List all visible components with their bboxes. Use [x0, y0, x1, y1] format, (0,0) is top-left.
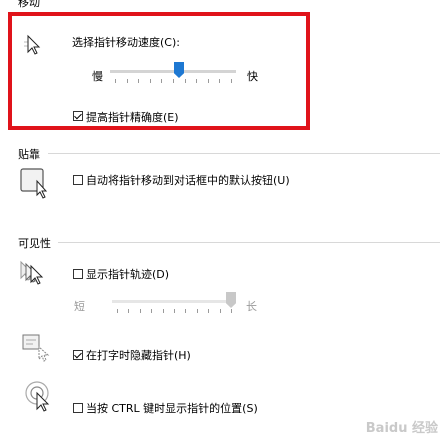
slider-tick: [151, 309, 152, 313]
slider-tick: [138, 79, 139, 83]
pointer-speed-slider[interactable]: [110, 60, 236, 86]
slider-ticks: [112, 309, 236, 313]
show-pointer-location-icon: [24, 380, 56, 414]
slider-tick: [220, 309, 221, 313]
fast-label: 快: [247, 70, 258, 83]
section-divider: [48, 153, 440, 154]
pointer-trails-icon: [18, 260, 48, 288]
pointer-speed-label: 选择指针移动速度(C):: [72, 36, 180, 49]
pointer-trails-slider[interactable]: [112, 290, 236, 316]
hide-while-typing-label[interactable]: 在打字时隐藏指针(H): [86, 347, 191, 363]
snap-label[interactable]: 自动将指针移动到对话框中的默认按钮(U): [86, 172, 290, 188]
slider-tick: [173, 79, 174, 83]
section-label-motion: 移动: [18, 0, 40, 9]
watermark: Baidu 经验: [365, 421, 438, 436]
long-label: 长: [246, 300, 257, 313]
slow-label: 慢: [92, 70, 103, 83]
slider-tick: [115, 79, 116, 83]
snap-to-button-icon: [20, 167, 52, 199]
show-location-checkbox[interactable]: [73, 403, 83, 413]
slider-tick: [219, 79, 220, 83]
slider-tick: [127, 79, 128, 83]
slider-tick: [185, 309, 186, 313]
short-label: 短: [74, 300, 85, 313]
slider-tick: [128, 309, 129, 313]
slider-tick: [163, 309, 164, 313]
snap-checkbox[interactable]: [73, 175, 83, 185]
show-location-label[interactable]: 当按 CTRL 键时显示指针的位置(S): [86, 400, 258, 416]
slider-tick: [208, 79, 209, 83]
slider-tick: [140, 309, 141, 313]
section-label-visibility: 可见性: [18, 237, 51, 250]
slider-tick: [208, 309, 209, 313]
pointer-trails-label[interactable]: 显示指针轨迹(D): [86, 266, 169, 282]
slider-thumb[interactable]: [226, 292, 236, 308]
precision-checkbox[interactable]: [73, 111, 83, 121]
pointer-speed-icon: [22, 34, 44, 56]
pointer-trails-checkbox[interactable]: [73, 269, 83, 279]
slider-tick: [231, 309, 232, 313]
slider-tick: [161, 79, 162, 83]
slider-tick: [185, 79, 186, 83]
slider-track: [110, 70, 236, 73]
precision-label[interactable]: 提高指针精确度(E): [86, 109, 179, 125]
slider-tick: [197, 309, 198, 313]
hide-while-typing-checkbox[interactable]: [73, 350, 83, 360]
slider-tick: [150, 79, 151, 83]
section-divider: [58, 242, 440, 243]
section-label-snap: 贴靠: [18, 148, 40, 161]
slider-tick: [174, 309, 175, 313]
slider-track: [112, 300, 236, 303]
slider-ticks: [110, 79, 236, 83]
slider-thumb[interactable]: [174, 62, 184, 78]
hide-while-typing-icon: [22, 333, 52, 363]
slider-tick: [231, 79, 232, 83]
slider-tick: [196, 79, 197, 83]
slider-tick: [117, 309, 118, 313]
